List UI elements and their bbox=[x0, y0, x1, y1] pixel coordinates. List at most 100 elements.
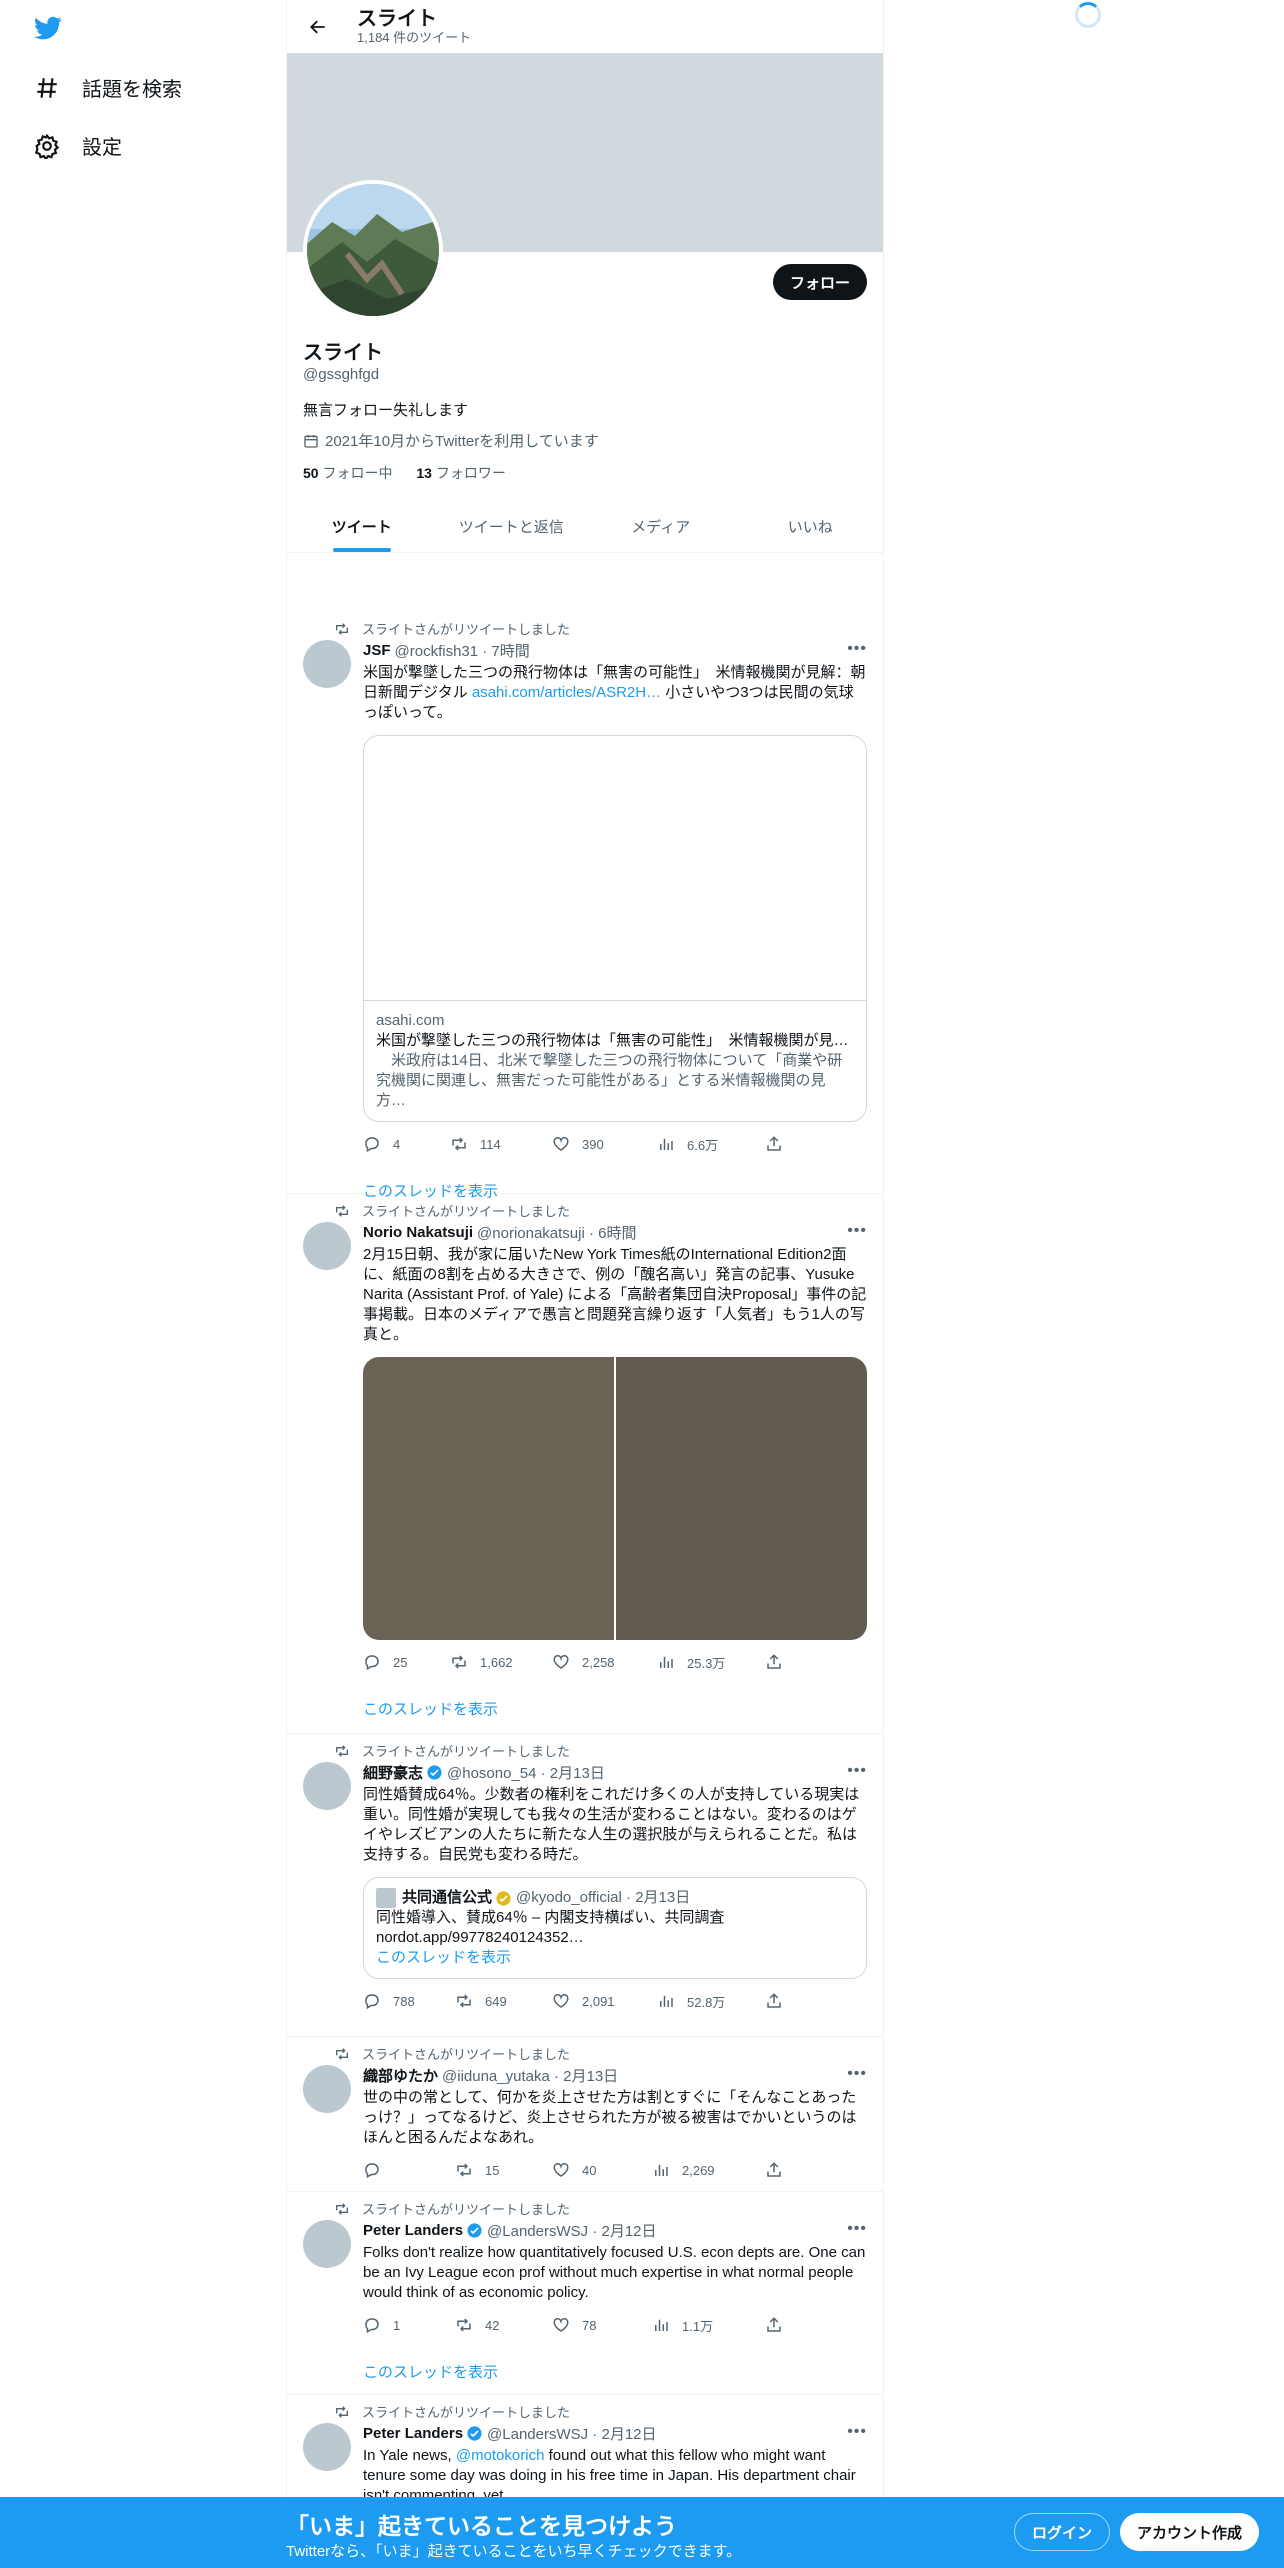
tweet[interactable]: スライトさんがリツイートしました 細野豪志 @hosono_54 · 2月13日… bbox=[287, 1734, 883, 2037]
views-button[interactable]: 1.1万 bbox=[652, 2316, 765, 2335]
tweet-actions: 788 649 2,091 52.8万 bbox=[363, 1991, 867, 2011]
view-count: 6.6万 bbox=[687, 1137, 719, 1153]
following-link[interactable]: 50 フォロー中 bbox=[303, 465, 392, 481]
retweet-indicator: スライトさんがリツイートしました bbox=[336, 2044, 570, 2063]
tweet-mention[interactable]: @motokorich bbox=[456, 2447, 545, 2464]
more-icon[interactable]: ••• bbox=[847, 1222, 867, 1240]
view-count: 25.3万 bbox=[687, 1655, 726, 1671]
avatar[interactable] bbox=[303, 1222, 351, 1270]
reply-button[interactable] bbox=[363, 2161, 455, 2179]
retweet-button[interactable]: 1,662 bbox=[450, 1653, 552, 1671]
retweet-icon bbox=[336, 1204, 348, 1217]
followers-link[interactable]: 13 フォロワー bbox=[416, 465, 505, 481]
login-button[interactable]: ログイン bbox=[1014, 2513, 1111, 2551]
media-grid bbox=[363, 1357, 867, 1640]
nav-explore-label: 話題を検索 bbox=[82, 79, 182, 101]
tweet-meta[interactable]: @LandersWSJ · 2月12日 bbox=[487, 2423, 656, 2444]
share-button[interactable] bbox=[765, 2161, 795, 2179]
more-icon[interactable]: ••• bbox=[847, 2423, 867, 2441]
reply-button[interactable]: 4 bbox=[363, 1135, 450, 1153]
share-button[interactable] bbox=[765, 1135, 795, 1153]
media-image[interactable] bbox=[363, 1357, 614, 1640]
views-icon bbox=[660, 1995, 673, 2007]
tweet-author-name[interactable]: Peter Landers bbox=[363, 2425, 463, 2442]
tweet[interactable]: スライトさんがリツイートしました 織部ゆたか @iiduna_yutaka · … bbox=[287, 2037, 883, 2192]
tweet-author-name[interactable]: JSF bbox=[363, 642, 391, 659]
reply-button[interactable]: 788 bbox=[363, 1992, 455, 2010]
avatar[interactable] bbox=[303, 2065, 351, 2113]
card-domain: asahi.com bbox=[376, 1012, 445, 1029]
avatar[interactable] bbox=[303, 2220, 351, 2268]
show-thread-link[interactable]: このスレッドを表示 bbox=[363, 1698, 867, 1719]
tweet[interactable]: スライトさんがリツイートしました Peter Landers @LandersW… bbox=[287, 2192, 883, 2395]
tweet-author-name[interactable]: Norio Nakatsuji bbox=[363, 1224, 473, 1241]
retweet-label: スライトさんがリツイートしました bbox=[362, 622, 571, 637]
header-title: スライト bbox=[357, 7, 437, 30]
views-button[interactable]: 52.8万 bbox=[657, 1992, 765, 2011]
share-icon bbox=[767, 1654, 781, 1669]
tweet-meta[interactable]: @hosono_54 · 2月13日 bbox=[447, 1762, 605, 1783]
retweet-button[interactable]: 42 bbox=[455, 2316, 552, 2334]
nav-explore[interactable]: 話題を検索 bbox=[34, 73, 182, 102]
like-button[interactable]: 2,258 bbox=[552, 1653, 657, 1671]
like-button[interactable]: 40 bbox=[552, 2161, 652, 2179]
back-button[interactable] bbox=[301, 10, 335, 44]
tweet[interactable]: スライトさんがリツイートしました JSF @rockfish31 · 7時間 •… bbox=[287, 612, 883, 1200]
tweet-meta[interactable]: @norionakatsuji · 6時間 bbox=[477, 1222, 636, 1243]
loading-spinner-icon bbox=[1075, 2, 1101, 28]
avatar[interactable] bbox=[303, 2423, 351, 2471]
tab-media[interactable]: メディア bbox=[586, 500, 736, 552]
show-thread-link[interactable]: このスレッドを表示 bbox=[363, 2361, 867, 2382]
show-thread-link[interactable]: このスレッドを表示 bbox=[376, 1948, 854, 1968]
share-button[interactable] bbox=[765, 2316, 795, 2334]
tweet-meta[interactable]: @LandersWSJ · 2月12日 bbox=[487, 2220, 656, 2241]
tweet-author-name[interactable]: Peter Landers bbox=[363, 2222, 463, 2239]
like-button[interactable]: 78 bbox=[552, 2316, 652, 2334]
more-icon[interactable]: ••• bbox=[847, 2220, 867, 2238]
views-button[interactable]: 6.6万 bbox=[657, 1135, 765, 1154]
reply-button[interactable]: 1 bbox=[363, 2316, 455, 2334]
views-button[interactable]: 2,269 bbox=[652, 2161, 765, 2179]
like-button[interactable]: 390 bbox=[552, 1135, 657, 1153]
retweet-icon bbox=[457, 2163, 471, 2177]
retweet-label: スライトさんがリツイートしました bbox=[362, 1204, 571, 1219]
tweet-actions: 15 40 2,269 bbox=[363, 2160, 867, 2180]
card-image bbox=[364, 736, 866, 1001]
reply-button[interactable]: 25 bbox=[363, 1653, 450, 1671]
calendar-icon bbox=[304, 434, 318, 448]
profile-joined-text: 2021年10月からTwitterを利用しています bbox=[325, 433, 599, 450]
avatar[interactable] bbox=[303, 640, 351, 688]
like-button[interactable]: 2,091 bbox=[552, 1992, 657, 2010]
media-image[interactable] bbox=[616, 1357, 867, 1640]
more-icon[interactable]: ••• bbox=[847, 640, 867, 658]
more-icon[interactable]: ••• bbox=[847, 1762, 867, 1780]
retweet-button[interactable]: 114 bbox=[450, 1135, 552, 1153]
tweet[interactable]: スライトさんがリツイートしました Norio Nakatsuji @norion… bbox=[287, 1194, 883, 1734]
tweet-link[interactable]: asahi.com/articles/ASR2H… bbox=[472, 684, 661, 701]
views-button[interactable]: 25.3万 bbox=[657, 1653, 765, 1672]
verified-badge-icon bbox=[427, 1765, 442, 1780]
views-icon bbox=[660, 1656, 673, 1668]
tweet-meta[interactable]: @iiduna_yutaka · 2月13日 bbox=[442, 2065, 618, 2086]
share-button[interactable] bbox=[765, 1653, 795, 1671]
retweet-button[interactable]: 649 bbox=[455, 1992, 552, 2010]
retweet-button[interactable]: 15 bbox=[455, 2161, 552, 2179]
follow-button[interactable]: フォロー bbox=[772, 264, 867, 300]
tweet-header: 織部ゆたか @iiduna_yutaka · 2月13日 ••• bbox=[363, 2065, 867, 2086]
link-card[interactable]: asahi.com 米国が撃墜した三つの飛行物体は「無害の可能性」 米情報機関が… bbox=[363, 735, 867, 1122]
tab-likes[interactable]: いいね bbox=[736, 500, 884, 552]
tab-tweets[interactable]: ツイート bbox=[287, 500, 437, 552]
tweet-author-name[interactable]: 細野豪志 bbox=[363, 1762, 423, 1783]
quote-tweet[interactable]: 共同通信公式 @kyodo_official · 2月13日 同性婚導入、賛成6… bbox=[363, 1877, 867, 1979]
nav-settings[interactable]: 設定 bbox=[34, 131, 122, 160]
signup-button[interactable]: アカウント作成 bbox=[1120, 2513, 1260, 2551]
tab-tweets-and-replies[interactable]: ツイートと返信 bbox=[437, 500, 587, 552]
reply-icon bbox=[365, 1137, 379, 1153]
twitter-logo-icon[interactable] bbox=[32, 14, 64, 42]
share-button[interactable] bbox=[765, 1992, 795, 2010]
tweet-author-name[interactable]: 織部ゆたか bbox=[363, 2065, 438, 2086]
more-icon[interactable]: ••• bbox=[847, 2065, 867, 2083]
profile-avatar[interactable] bbox=[303, 180, 443, 320]
tweet-meta[interactable]: @rockfish31 · 7時間 bbox=[395, 640, 530, 661]
avatar[interactable] bbox=[303, 1762, 351, 1810]
